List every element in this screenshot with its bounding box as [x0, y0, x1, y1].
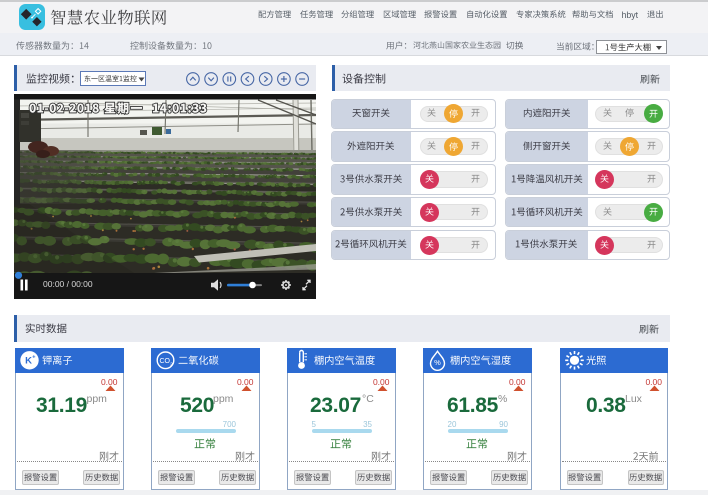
svg-text:%: %: [434, 358, 441, 367]
svg-text:K: K: [25, 356, 32, 367]
svg-text:+: +: [32, 355, 35, 361]
svg-text:CO: CO: [159, 358, 170, 365]
svg-text:2: 2: [170, 361, 173, 367]
